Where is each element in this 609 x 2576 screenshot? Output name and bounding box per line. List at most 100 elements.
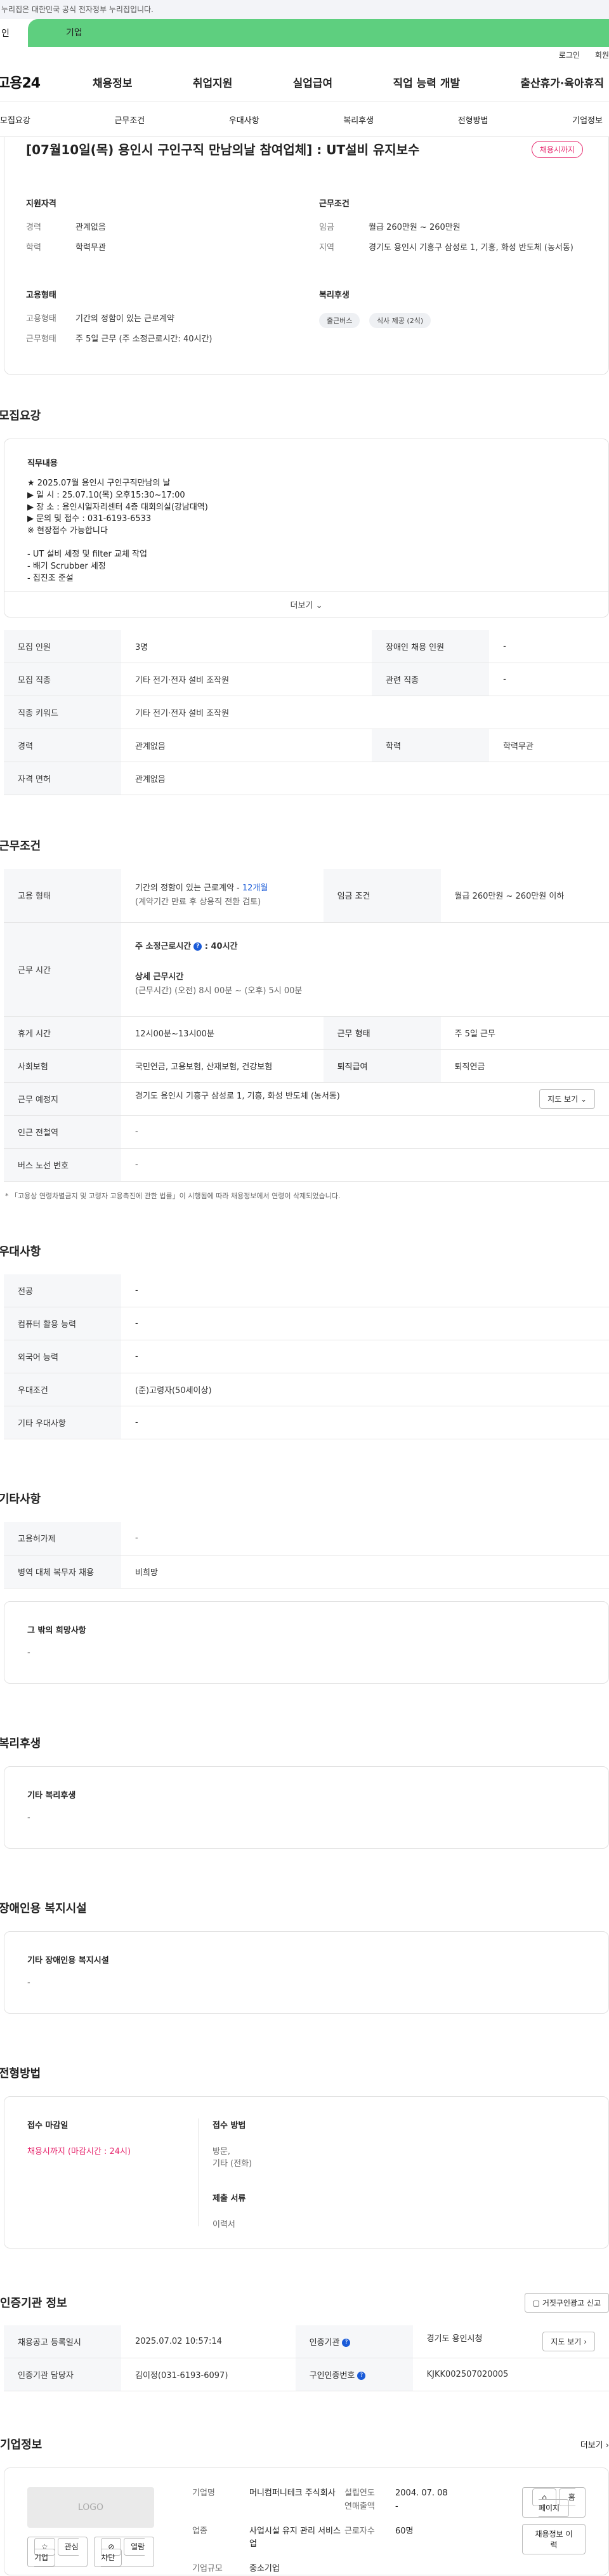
corp-sales-label: 연매출액 [344, 2501, 375, 2511]
more-button[interactable]: 더보기 ⌄ [4, 591, 608, 617]
corp-value: 2004. 07. 08 - [395, 2487, 522, 2514]
table-key: 기타 우대사항 [4, 1406, 121, 1440]
box-heading: 기타 복리후생 [27, 1790, 76, 1800]
subnav-welfare[interactable]: 복리후생 [343, 114, 374, 126]
table-value: 경기도 용인시 기흥구 삼성로 1, 기흥, 화성 반도체 (농서동) 지도 보기… [121, 1082, 609, 1116]
summary-heading: 근무조건 [319, 199, 350, 209]
hours-detail-heading: 상세 근무시간 [135, 972, 184, 982]
table-value: 기타 전기·전자 설비 조작원 [121, 663, 372, 697]
summary-value: 학력무관 [75, 242, 106, 253]
table-value: 2025.07.02 10:57:14 [121, 2325, 296, 2359]
table-value: 국민연금, 고용보험, 산재보험, 건강보험 [121, 1049, 324, 1083]
site-tabs: 인 기업 [0, 19, 609, 47]
table-key: 병역 대체 복무자 채용 [4, 1555, 121, 1589]
corp-logo-placeholder: LOGO [27, 2487, 154, 2528]
table-key: 고용 형태 [4, 869, 121, 923]
table-row: 기타 우대사항 - [4, 1406, 609, 1440]
gnb-item[interactable]: 채용정보 [93, 74, 133, 90]
summary-heading: 복리후생 [319, 291, 350, 300]
corp-year-value: 2004. 07. 08 [395, 2488, 448, 2499]
table-value: 기타 전기·전자 설비 조작원 [121, 696, 609, 730]
map-button[interactable]: 지도 보기 › [542, 2331, 595, 2351]
table-key: 컴퓨터 활용 능력 [4, 1307, 121, 1341]
corp-more-label: 더보기 [580, 2440, 603, 2450]
subnav-apply[interactable]: 전형방법 [458, 114, 488, 126]
inst-table: 채용공고 등록일시 2025.07.02 10:57:14 인증기관? 경기도 용인시… [4, 2325, 609, 2392]
table-key: 인증기관 담당자 [4, 2358, 121, 2392]
table-value: 퇴직연금 [440, 1049, 609, 1083]
corp-info-box: LOGO ☆ 관심기업 ⊘ 열람차단 기업명 머니컴퍼니테크 주식회사 설립연도… [4, 2467, 609, 2576]
table-key: 휴게 시간 [4, 1016, 121, 1050]
recruit-table: 모집 인원 3명 장애인 채용 인원 - 모집 직종 기타 전기·전자 설비 조작원 관련… [4, 630, 609, 796]
map-button[interactable]: 지도 보기 ⌄ [539, 1088, 595, 1109]
tab-corporate[interactable]: 기업 [28, 19, 609, 47]
desc-line: ★ 2025.07월 용인시 구인구직만남의 날 [27, 478, 171, 488]
info-icon[interactable]: ? [342, 2338, 351, 2347]
corp-sales-value: - [395, 2501, 398, 2511]
gnb-item[interactable]: 취업지원 [193, 74, 233, 90]
summary-key: 경력 [26, 223, 41, 232]
deadline-value: 채용시까지 (마감시간 : 24시) [27, 2146, 131, 2157]
corp-value: 중소기업 [249, 2564, 280, 2574]
info-icon[interactable]: ? [357, 2372, 366, 2381]
summary-qualification: 지원자격 경력 관계없음 학력 학력무관 [26, 197, 294, 261]
box-value: - [27, 1648, 30, 1658]
table-row: 채용공고 등록일시 2025.07.02 10:57:14 인증기관? 경기도 용인시… [4, 2325, 609, 2359]
tab-personal[interactable]: 인 [0, 27, 28, 39]
table-key: 근무 형태 [323, 1016, 441, 1050]
section-title-corp: 기업정보 [0, 2438, 43, 2452]
report-button[interactable]: ▢ 거짓구인광고 신고 [524, 2292, 609, 2313]
section-title-inst: 인증기관 정보 [0, 2297, 67, 2311]
table-row: 근무 예정지 경기도 용인시 기흥구 삼성로 1, 기흥, 화성 반도체 (농서… [4, 1082, 609, 1116]
gnb-item[interactable]: 실업급여 [293, 74, 333, 90]
subnav-recruit[interactable]: 모집요강 [0, 114, 30, 126]
subnav-corp[interactable]: 기업정보 [572, 114, 603, 126]
inst-org-label: 인증기관 [309, 2337, 340, 2348]
table-value: - [121, 1406, 609, 1440]
table-key: 관련 직종 [372, 663, 490, 697]
table-key: 임금 조건 [323, 869, 441, 923]
desc-heading: 직무내용 [27, 459, 58, 468]
corp-value: 60명 [395, 2526, 414, 2536]
inst-no-label: 구인인증번호 [309, 2371, 355, 2381]
info-icon[interactable]: ? [193, 942, 202, 951]
corp-more-link[interactable]: 더보기 › [580, 2438, 609, 2450]
job-description-box: 직무내용 ★ 2025.07월 용인시 구인구직만남의 날 ▶ 일 시 : 25… [4, 439, 609, 618]
docs-value: 이력서 [213, 2219, 235, 2229]
join-link[interactable]: 회원 [595, 50, 609, 60]
summary-key: 근무형태 [26, 334, 56, 344]
summary-key: 지역 [319, 242, 334, 253]
table-row: 고용허가제 - [4, 1522, 609, 1556]
subnav-pref[interactable]: 우대사항 [229, 114, 259, 126]
subnav-work[interactable]: 근무조건 [114, 114, 145, 126]
table-key: 모집 직종 [4, 663, 121, 697]
table-row: 컴퓨터 활용 능력 - [4, 1307, 609, 1341]
table-key: 모집 인원 [4, 630, 121, 664]
table-value: KJKK002507020005 [412, 2358, 609, 2392]
table-key: 퇴직급여 [323, 1049, 441, 1083]
login-link[interactable]: 로그인 [559, 50, 580, 60]
site-logo[interactable]: 고용24 [0, 72, 93, 92]
method-heading: 접수 방법 [213, 2120, 246, 2130]
job-history-button[interactable]: 채용정보 이력 [522, 2524, 586, 2555]
table-key: 우대조건 [4, 1373, 121, 1407]
box-heading: 그 밖의 희망사항 [27, 1625, 86, 1635]
etc-table: 고용허가제 - 병역 대체 복무자 채용 비희망 [4, 1522, 609, 1589]
work-place-address: 경기도 용인시 기흥구 삼성로 1, 기흥, 화성 반도체 (농서동) [135, 1091, 340, 1101]
hours-main-value: : 40시간 [204, 941, 238, 951]
table-value: - [121, 1274, 609, 1308]
section-tabs: 모집요강 근무조건 우대사항 복리후생 전형방법 기업정보 [0, 102, 609, 137]
table-row: 인근 전철역 - [4, 1115, 609, 1149]
summary-value: 경기도 용인시 기흥구 삼성로 1, 기흥, 화성 반도체 (농서동) [369, 242, 573, 253]
block-corp-button[interactable]: ⊘ 열람차단 [94, 2537, 154, 2568]
report-icon: ▢ [532, 2298, 540, 2308]
homepage-button[interactable]: ⌂ 홈페이지 [522, 2487, 586, 2518]
job-title: [07월10일(목) 용인시 구인구직 만남의날 참여업체] : UT설비 유지… [26, 142, 420, 157]
gnb-item[interactable]: 출산휴가·육아휴직 [520, 74, 604, 90]
favorite-corp-button[interactable]: ☆ 관심기업 [27, 2537, 88, 2568]
pref-table: 전공 - 컴퓨터 활용 능력 - 외국어 능력 - 우대조건 (준)고령자(50세이상)… [4, 1274, 609, 1440]
table-key: 학력 [372, 729, 490, 763]
summary-heading: 지원자격 [26, 199, 56, 209]
gnb-item[interactable]: 직업 능력 개발 [393, 74, 460, 90]
job-summary-card: [07월10일(목) 용인시 구인구직 만남의날 참여업체] : UT설비 유지… [4, 137, 609, 375]
